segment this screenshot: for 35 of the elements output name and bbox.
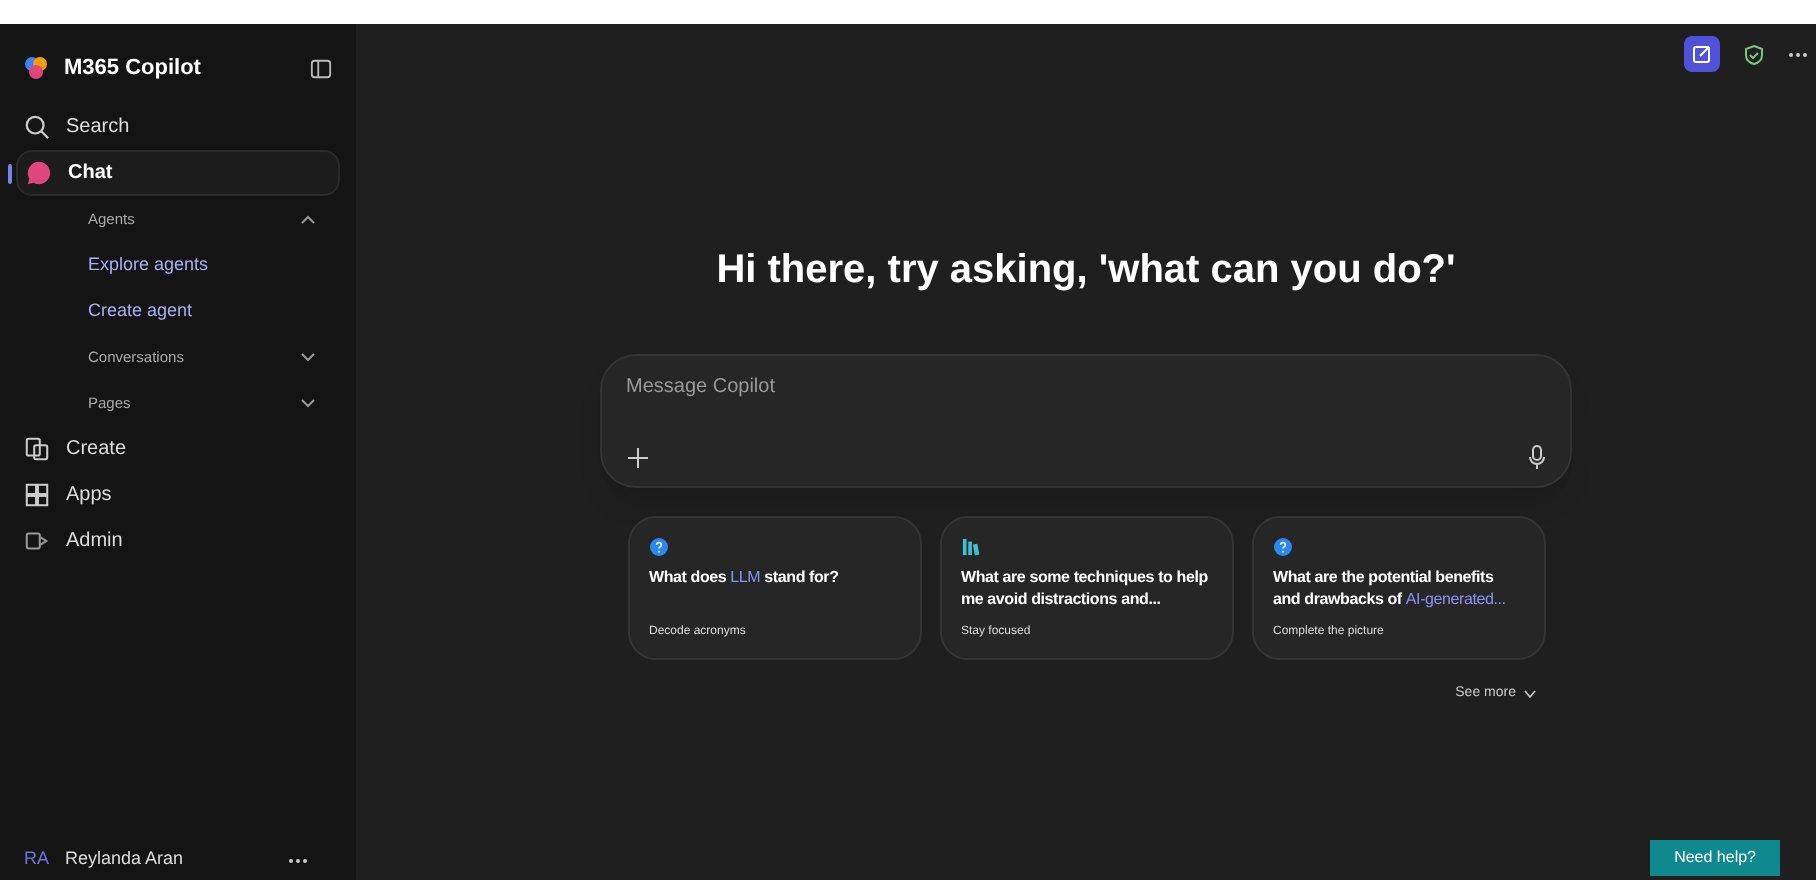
more-icon[interactable] bbox=[1788, 51, 1808, 57]
shield-icon[interactable] bbox=[1744, 43, 1764, 65]
new-chat-button[interactable] bbox=[1684, 36, 1720, 72]
chevron-icon bbox=[300, 214, 316, 224]
nav-item[interactable]: Create bbox=[16, 426, 340, 472]
compose-icon bbox=[1692, 44, 1712, 64]
nav-link[interactable]: Explore agents bbox=[16, 242, 340, 288]
greeting-heading: Hi there, try asking, 'what can you do?' bbox=[716, 246, 1456, 296]
user-name: Reylanda Aran bbox=[65, 846, 186, 873]
chevron-icon bbox=[1524, 690, 1536, 699]
chat-bubble-icon bbox=[26, 160, 52, 186]
question-icon bbox=[649, 538, 667, 556]
microphone-icon[interactable] bbox=[1528, 444, 1546, 470]
help-button[interactable]: Need help? bbox=[1650, 840, 1780, 876]
prompt-title: What does LLM stand for? bbox=[649, 566, 839, 588]
prompt-title: What are the potential benefits and drawbacks of AI-generated... bbox=[1273, 566, 1508, 610]
admin-icon bbox=[24, 528, 50, 554]
search-icon bbox=[24, 114, 50, 140]
nav-item[interactable]: Admin bbox=[16, 518, 340, 564]
app-title: M365 Copilot bbox=[64, 53, 203, 84]
question-icon bbox=[1273, 538, 1291, 556]
chevron-icon bbox=[300, 398, 316, 408]
user-initials: RA bbox=[24, 846, 50, 873]
document-icon bbox=[24, 436, 50, 462]
nav-item[interactable]: Search bbox=[16, 104, 340, 150]
plus-icon[interactable] bbox=[626, 445, 650, 469]
chevron-icon bbox=[300, 352, 316, 362]
apps-grid-icon bbox=[24, 482, 50, 508]
nav-item[interactable]: Apps bbox=[16, 472, 340, 518]
message-input[interactable]: Message Copilot bbox=[626, 372, 1546, 402]
prompt-title: What are some techniques to help me avoid distractions and... bbox=[961, 566, 1210, 610]
panel-toggle-icon[interactable] bbox=[310, 57, 332, 79]
nav-link[interactable]: Create agent bbox=[16, 288, 340, 334]
books-icon bbox=[961, 538, 979, 556]
logo-icon bbox=[24, 56, 48, 80]
